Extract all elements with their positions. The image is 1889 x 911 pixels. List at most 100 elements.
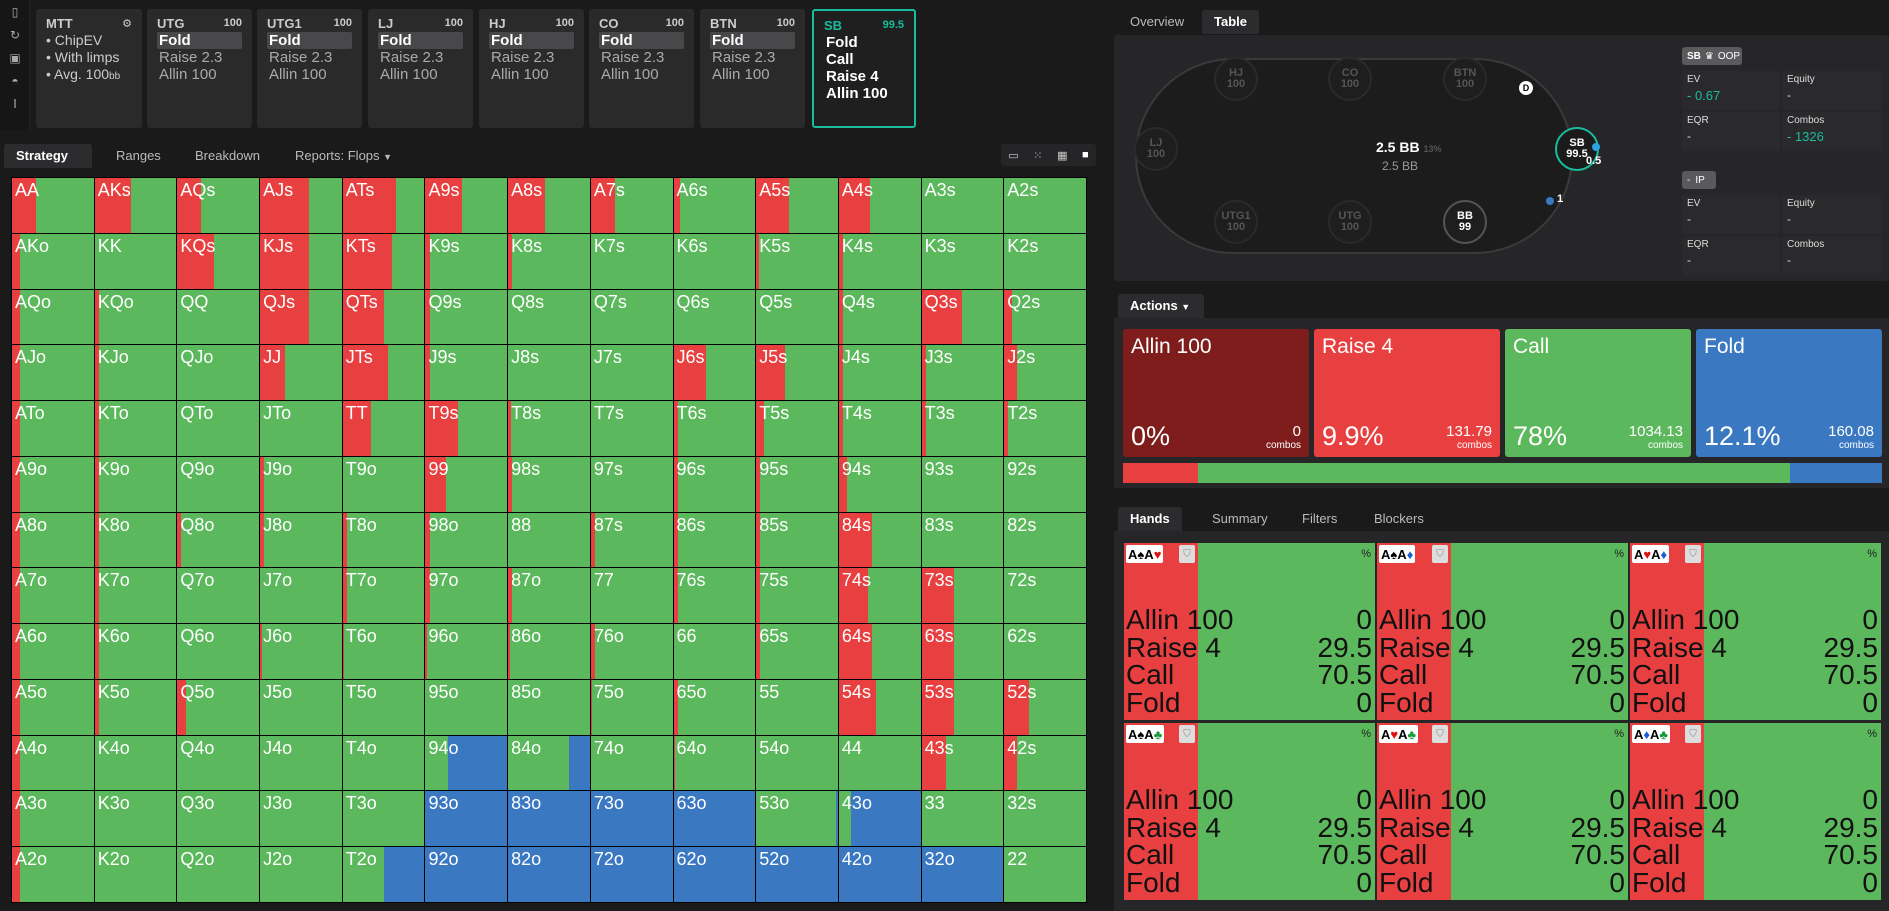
hand-cell[interactable]: 96s <box>673 456 756 512</box>
hand-cell[interactable]: A6s <box>673 178 756 233</box>
hand-cell[interactable]: 55 <box>756 679 838 735</box>
hand-cell[interactable]: 52s <box>1004 679 1086 735</box>
hand-cell[interactable]: 84o <box>508 735 590 791</box>
hand-cell[interactable]: AA <box>12 178 94 233</box>
hand-cell[interactable]: A8s <box>508 178 590 233</box>
position-card-co[interactable]: CO 100 Fold Raise 2.3 Allin 100 <box>589 9 694 128</box>
gamepad-icon[interactable]: ◓ <box>0 70 30 92</box>
hand-cell[interactable]: 75s <box>756 568 838 624</box>
hand-cell[interactable]: 87s <box>590 512 673 568</box>
hand-cell[interactable]: 94s <box>838 456 921 512</box>
hand-cell[interactable]: Q9o <box>177 456 260 512</box>
position-action[interactable]: Raise 2.3 <box>378 49 463 66</box>
hand-combo-card[interactable]: A ♠ A ♣ ⛉ % Allin 100 0 Raise 4 29.5 Call 70.5 Fo… <box>1124 723 1375 900</box>
position-card-btn[interactable]: BTN 100 Fold Raise 2.3 Allin 100 <box>700 9 805 128</box>
hand-cell[interactable]: A4o <box>12 735 94 791</box>
hand-cell[interactable]: 74o <box>590 735 673 791</box>
hand-cell[interactable]: J3o <box>260 791 342 847</box>
tab-table[interactable]: Table <box>1202 10 1259 34</box>
hand-cell[interactable]: T7s <box>590 401 673 456</box>
hand-cell[interactable]: 74s <box>838 568 921 624</box>
hand-cell[interactable]: 85o <box>508 679 590 735</box>
hand-cell[interactable]: A3o <box>12 791 94 847</box>
shield-icon[interactable]: ⛉ <box>1685 725 1701 743</box>
hand-cell[interactable]: 86o <box>508 624 590 679</box>
hand-cell[interactable]: AKo <box>12 233 94 289</box>
hand-cell[interactable]: K8o <box>94 512 177 568</box>
hand-cell[interactable]: T4o <box>342 735 425 791</box>
position-card-utg[interactable]: UTG 100 Fold Raise 2.3 Allin 100 <box>147 9 252 128</box>
hand-cell[interactable]: 82o <box>508 847 590 902</box>
hand-cell[interactable]: Q7o <box>177 568 260 624</box>
hand-cell[interactable]: K5o <box>94 679 177 735</box>
hand-cell[interactable]: KJs <box>260 233 342 289</box>
hand-cell[interactable]: AQs <box>177 178 260 233</box>
hand-cell[interactable]: K4s <box>838 233 921 289</box>
tab-ranges[interactable]: Ranges <box>104 144 173 168</box>
hand-combo-card[interactable]: A ♥ A ♦ ⛉ % Allin 100 0 Raise 4 29.5 Call 70.5 Fo… <box>1630 543 1881 720</box>
hand-cell[interactable]: KQo <box>94 289 177 345</box>
hand-combo-card[interactable]: A ♠ A ♥ ⛉ % Allin 100 0 Raise 4 29.5 Call 70.5 Fo… <box>1124 543 1375 720</box>
position-action[interactable]: Raise 2.3 <box>710 49 795 66</box>
hand-cell[interactable]: J5s <box>756 345 838 401</box>
position-action[interactable]: Raise 2.3 <box>599 49 684 66</box>
position-action[interactable]: Fold <box>267 32 352 49</box>
hand-cell[interactable]: 22 <box>1004 847 1086 902</box>
hand-cell[interactable]: A6o <box>12 624 94 679</box>
hand-cell[interactable]: 53o <box>756 791 838 847</box>
action-card-call[interactable]: Call 78% 1034.13 combos <box>1505 329 1691 457</box>
hand-cell[interactable]: 52o <box>756 847 838 902</box>
hand-cell[interactable]: QQ <box>177 289 260 345</box>
hand-cell[interactable]: T8s <box>508 401 590 456</box>
hand-cell[interactable]: QTo <box>177 401 260 456</box>
hand-cell[interactable]: KTo <box>94 401 177 456</box>
hand-cell[interactable]: K6o <box>94 624 177 679</box>
tab-filters[interactable]: Filters <box>1290 507 1349 531</box>
position-action[interactable]: Call <box>824 51 904 68</box>
tab-overview[interactable]: Overview <box>1118 10 1196 34</box>
hand-cell[interactable]: 64o <box>673 735 756 791</box>
refresh-icon[interactable]: ↻ <box>0 24 30 46</box>
hand-cell[interactable]: T6s <box>673 401 756 456</box>
hand-cell[interactable]: 54o <box>756 735 838 791</box>
hand-cell[interactable]: 98o <box>425 512 508 568</box>
hand-cell[interactable]: KJo <box>94 345 177 401</box>
hand-cell[interactable]: 96o <box>425 624 508 679</box>
hand-cell[interactable]: T8o <box>342 512 425 568</box>
hand-cell[interactable]: Q9s <box>425 289 508 345</box>
tab-blockers[interactable]: Blockers <box>1362 507 1436 531</box>
hand-cell[interactable]: T3o <box>342 791 425 847</box>
hand-cell[interactable]: KTs <box>342 233 425 289</box>
seat-utg[interactable]: UTG 100 <box>1328 200 1372 244</box>
gear-icon[interactable]: ⚙ <box>122 17 132 30</box>
tab-summary[interactable]: Summary <box>1200 507 1280 531</box>
action-card-allin-100[interactable]: Allin 100 0% 0 combos <box>1123 329 1309 457</box>
hand-cell[interactable]: Q3o <box>177 791 260 847</box>
hand-cell[interactable]: 72s <box>1004 568 1086 624</box>
position-action[interactable]: Raise 4 <box>824 68 904 85</box>
hand-cell[interactable]: Q2o <box>177 847 260 902</box>
hand-cell[interactable]: T4s <box>838 401 921 456</box>
hand-cell[interactable]: K8s <box>508 233 590 289</box>
hand-cell[interactable]: 66 <box>673 624 756 679</box>
hand-cell[interactable]: 98s <box>508 456 590 512</box>
hand-cell[interactable]: 88 <box>508 512 590 568</box>
hand-cell[interactable]: 77 <box>590 568 673 624</box>
hand-cell[interactable]: 99 <box>425 456 508 512</box>
hand-cell[interactable]: K2o <box>94 847 177 902</box>
hand-cell[interactable]: A9s <box>425 178 508 233</box>
hand-cell[interactable]: 97o <box>425 568 508 624</box>
hand-cell[interactable]: 43o <box>838 791 921 847</box>
hand-cell[interactable]: 63o <box>673 791 756 847</box>
hand-combo-card[interactable]: A ♦ A ♣ ⛉ % Allin 100 0 Raise 4 29.5 Call 70.5 Fo… <box>1630 723 1881 900</box>
shield-icon[interactable]: ⛉ <box>1432 545 1448 563</box>
position-action[interactable]: Fold <box>710 32 795 49</box>
grid-view-icon[interactable]: ▦ <box>1057 149 1067 162</box>
hand-cell[interactable]: 73o <box>590 791 673 847</box>
position-action[interactable]: Fold <box>378 32 463 49</box>
shield-icon[interactable]: ⛉ <box>1179 545 1195 563</box>
hand-cell[interactable]: QJo <box>177 345 260 401</box>
tab-breakdown[interactable]: Breakdown <box>183 144 272 168</box>
hand-cell[interactable]: T5s <box>756 401 838 456</box>
save-icon[interactable]: ▣ <box>0 47 30 69</box>
